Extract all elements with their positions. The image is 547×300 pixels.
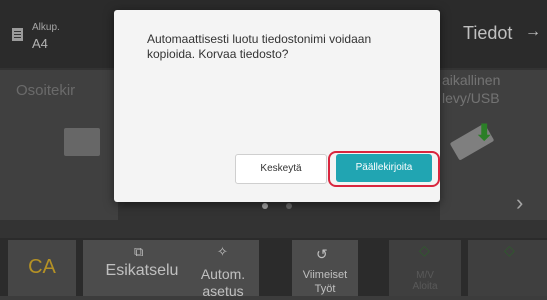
overwrite-button[interactable]: Päällekirjoita [336, 154, 432, 182]
overwrite-dialog: Automaattisesti luotu tiedostonimi voida… [114, 10, 440, 202]
dialog-message: Automaattisesti luotu tiedostonimi voida… [147, 32, 372, 61]
cancel-button[interactable]: Keskeytä [235, 154, 327, 184]
